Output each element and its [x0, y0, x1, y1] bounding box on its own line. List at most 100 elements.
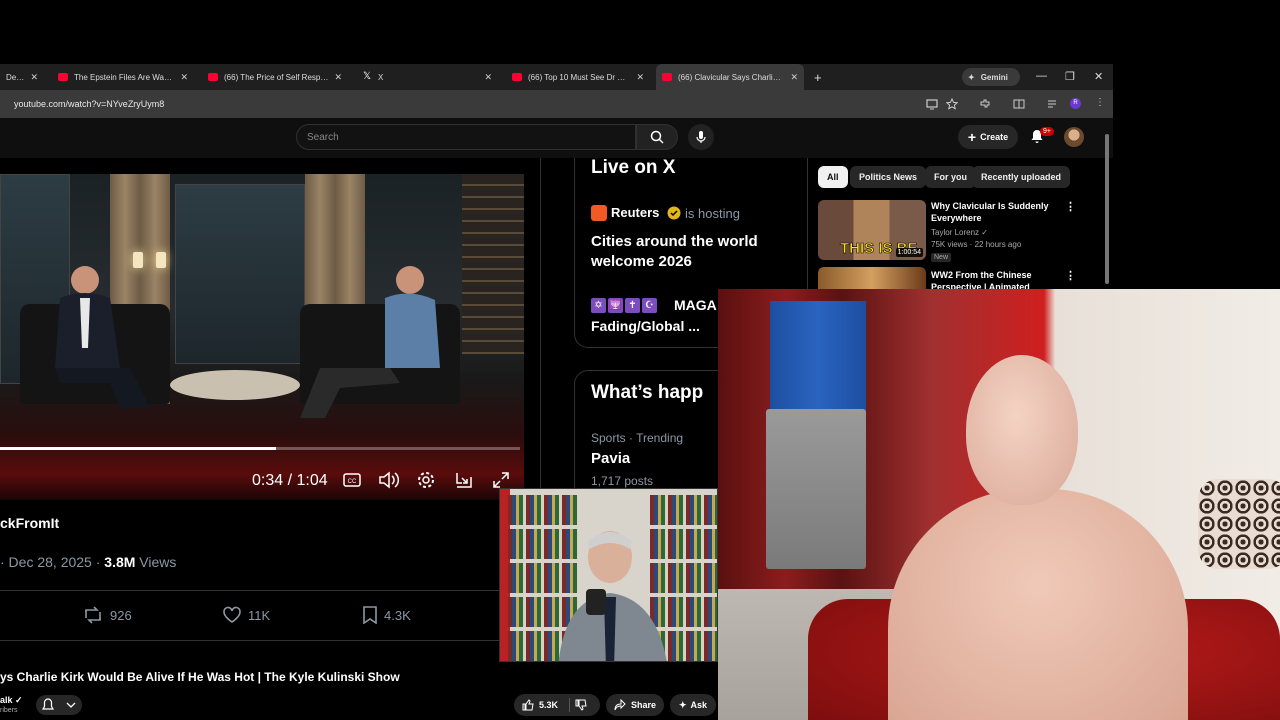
browser-menu-icon[interactable]: ⋮	[1095, 97, 1105, 108]
volume-icon[interactable]	[378, 470, 400, 490]
plus-icon: +	[967, 129, 977, 145]
browser-tab[interactable]: (66) The Price of Self Respect - ✕	[202, 64, 348, 90]
scrollbar[interactable]	[1104, 124, 1110, 294]
close-icon[interactable]: ✕	[636, 72, 644, 83]
trend-name[interactable]: Pavia	[591, 450, 630, 467]
like-count: 11K	[248, 607, 271, 623]
search-button[interactable]	[636, 124, 678, 150]
space-title-2-cont[interactable]: Fading/Global ...	[591, 318, 700, 334]
chip-recently-uploaded[interactable]: Recently uploaded	[972, 166, 1071, 188]
youtube-icon	[662, 73, 672, 81]
thumbs-up-icon[interactable]	[522, 699, 534, 711]
chip-politics-news[interactable]: Politics News	[850, 166, 927, 188]
whats-happening-title: What’s happ	[591, 382, 704, 403]
share-button[interactable]: Share	[606, 694, 664, 716]
like-dislike-button[interactable]: 5.3K	[514, 694, 600, 716]
sparkle-icon: ✦	[678, 699, 687, 710]
picture-in-picture-icon[interactable]	[454, 470, 474, 490]
captions-icon[interactable]: CC	[343, 470, 361, 490]
svg-text:CC: CC	[348, 479, 357, 485]
close-icon[interactable]: ✕	[180, 72, 188, 83]
extensions-icon[interactable]	[979, 98, 991, 110]
time-separator: /	[287, 472, 293, 489]
video-coffee-table	[170, 370, 300, 400]
settings-gear-icon[interactable]	[416, 470, 436, 490]
video-meta: 75K views · 22 hours ago	[931, 240, 1022, 249]
media-controls-icon[interactable]	[1047, 98, 1059, 110]
install-app-icon[interactable]	[926, 98, 938, 110]
ask-button[interactable]: ✦ Ask	[670, 694, 716, 716]
minimize-icon[interactable]: —	[1036, 70, 1047, 82]
split-view-icon[interactable]	[1013, 98, 1025, 110]
browser-tab[interactable]: (66) Top 10 Must See Dr Daf Sh ✕	[506, 64, 650, 90]
reuters-logo-icon	[591, 205, 607, 221]
channel-name: Taylor Lorenz	[931, 228, 980, 237]
voice-search-button[interactable]	[688, 124, 714, 150]
video-wine-shelf	[462, 174, 524, 354]
sparkle-icon: ✦	[968, 72, 975, 82]
video-progress-fill	[0, 447, 276, 450]
x-video-player[interactable]	[0, 174, 524, 500]
search-icon	[650, 130, 664, 144]
space-title[interactable]: Cities around the world welcome 2026	[591, 232, 791, 272]
video-person-left	[55, 266, 150, 408]
video-thumbnail[interactable]	[818, 267, 926, 289]
crescent-icon: ☪	[642, 298, 657, 313]
restore-icon[interactable]: ❐	[1065, 70, 1075, 83]
pip-person	[558, 531, 667, 661]
close-icon[interactable]: ✕	[30, 72, 38, 83]
search-input[interactable]: Search	[296, 124, 636, 150]
youtube-video-title: ys Charlie Kirk Would Be Alive If He Was…	[0, 670, 400, 684]
video-title[interactable]: WW2 From the Chinese Perspective | Anima…	[931, 269, 1061, 289]
close-window-icon[interactable]: ✕	[1094, 70, 1103, 83]
subscription-bell-button[interactable]	[36, 695, 82, 715]
divider	[569, 698, 571, 712]
video-title[interactable]: Why Clavicular Is Suddenly Everywhere	[931, 200, 1061, 224]
bookmark-button[interactable]: 4.3K	[362, 606, 411, 624]
chip-all[interactable]: All	[818, 166, 848, 188]
close-icon[interactable]: ✕	[484, 72, 492, 83]
browser-tab[interactable]: The Epstein Files Are Way Wors ✕	[52, 64, 194, 90]
url-field[interactable]: youtube.com/watch?v=NYveZryUym8	[14, 99, 164, 109]
chip-for-you[interactable]: For you	[925, 166, 976, 188]
new-tab-button[interactable]: +	[808, 64, 828, 90]
divider	[0, 590, 540, 591]
browser-tab[interactable]: Del Gi ✕	[0, 64, 44, 90]
like-button[interactable]: 11K	[222, 606, 270, 624]
webcam-person-head	[966, 355, 1078, 505]
share-arrow-icon	[614, 699, 626, 711]
bookmark-star-icon[interactable]	[946, 98, 958, 110]
bell-icon	[42, 698, 54, 710]
video-progress-bar[interactable]	[0, 447, 520, 450]
channel-name-text: alk	[0, 695, 13, 705]
video-thumbnail[interactable]: THIS IS BE 1:00:54	[818, 200, 926, 260]
close-icon[interactable]: ✕	[790, 72, 798, 83]
repost-count: 926	[110, 607, 132, 623]
fullscreen-icon[interactable]	[491, 470, 511, 490]
notification-count-badge: 9+	[1040, 127, 1054, 136]
space-title-2[interactable]: MAGA	[674, 297, 717, 313]
post-author-handle[interactable]: ckFromIt	[0, 515, 59, 531]
thumbs-down-icon[interactable]	[575, 699, 587, 711]
video-channel[interactable]: Taylor Lorenz ✓	[931, 228, 988, 237]
user-avatar[interactable]	[1064, 127, 1084, 147]
tab-title: X	[378, 72, 384, 82]
more-actions-icon[interactable]: ⋮	[1065, 269, 1076, 282]
browser-tab-active[interactable]: (66) Clavicular Says Charlie Kirk ✕	[656, 64, 804, 90]
new-badge: New	[931, 253, 952, 262]
gemini-label: Gemini	[980, 72, 1008, 82]
trend-category: Sports · Trending	[591, 431, 684, 445]
youtube-channel-name[interactable]: alk ✓	[0, 695, 23, 706]
repost-button[interactable]: 926	[82, 606, 132, 624]
gemini-button[interactable]: ✦ Gemini	[962, 68, 1020, 86]
scrollbar-thumb[interactable]	[1105, 134, 1109, 284]
create-button[interactable]: + Create	[958, 125, 1018, 149]
space-host-name[interactable]: Reuters	[611, 205, 659, 220]
browser-tab[interactable]: 𝕏 X ✕	[356, 64, 498, 90]
youtube-icon	[58, 73, 68, 81]
more-actions-icon[interactable]: ⋮	[1065, 200, 1076, 213]
tab-title: (66) Top 10 Must See Dr Daf Sh	[528, 72, 631, 82]
webcam-overlay	[718, 289, 1280, 720]
profile-avatar[interactable]: R	[1070, 98, 1081, 109]
close-icon[interactable]: ✕	[334, 72, 342, 83]
